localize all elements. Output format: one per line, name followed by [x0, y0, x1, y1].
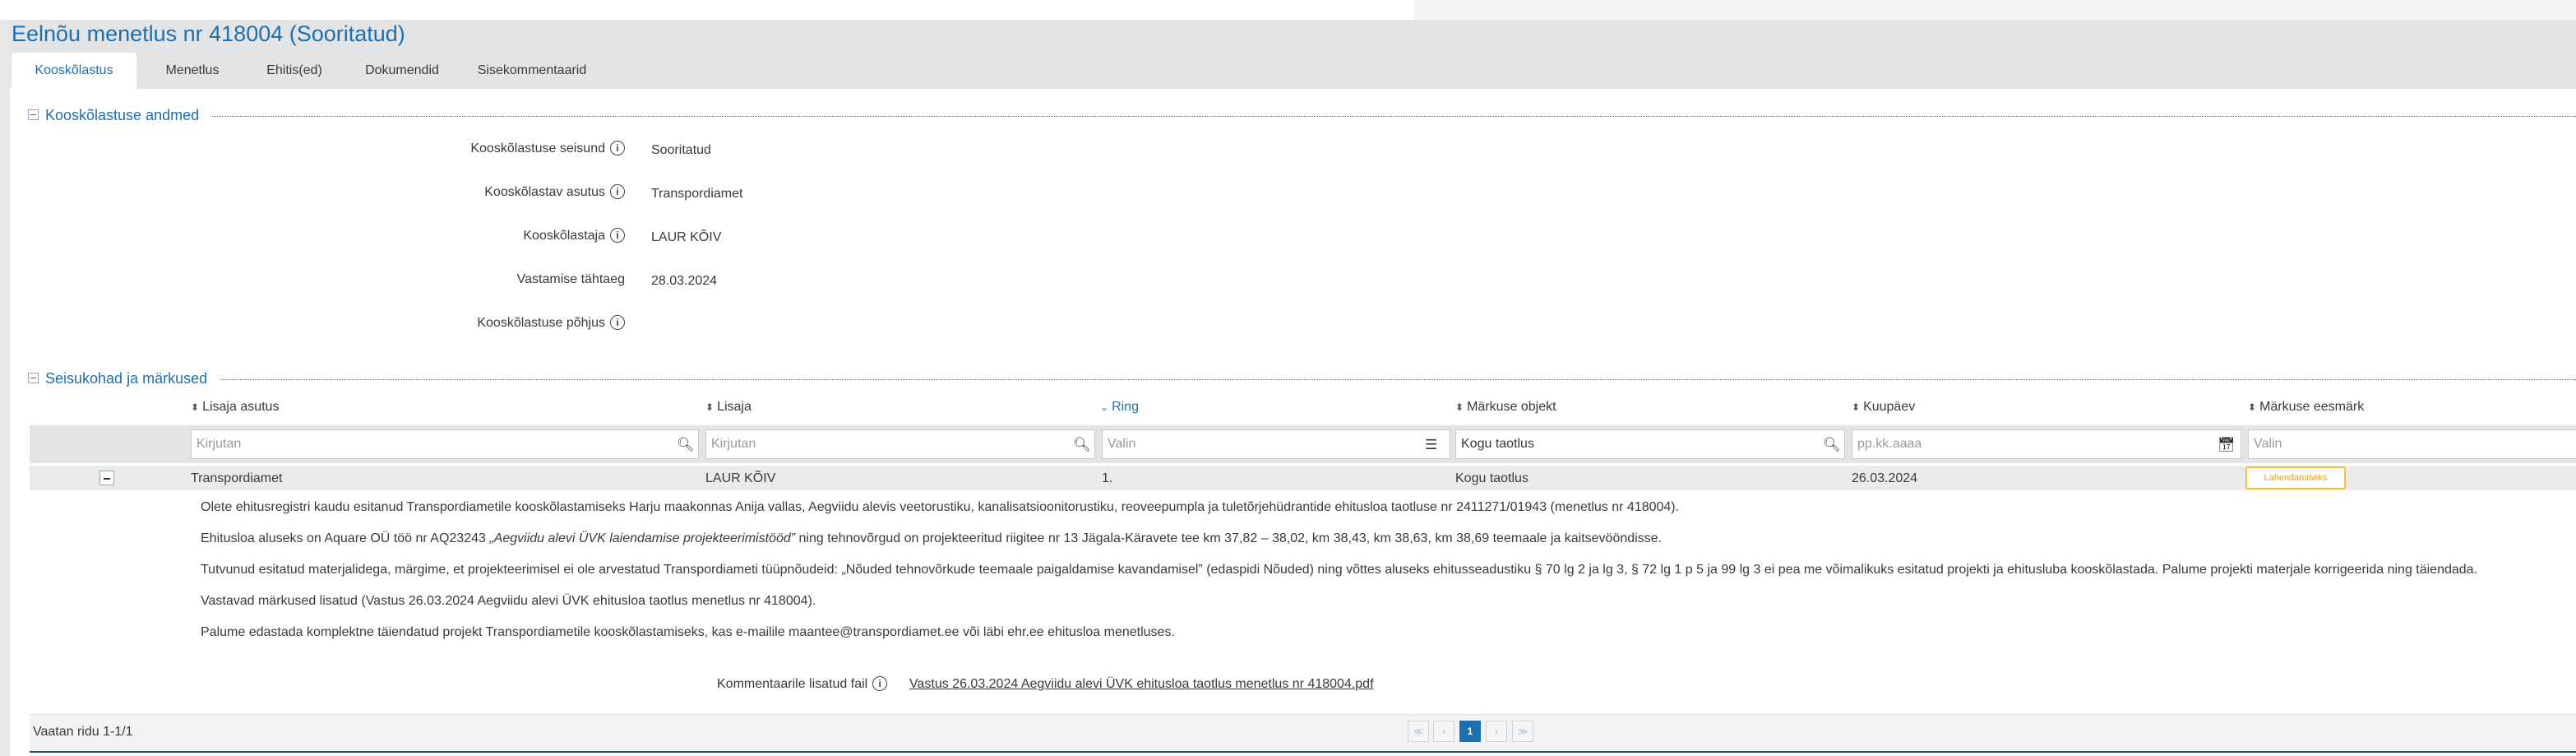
info-icon[interactable]: i [610, 315, 625, 330]
cell-lisaja-asutus: Transpordiamet [191, 471, 283, 485]
cell-ring: 1. [1102, 471, 1113, 485]
field-value-seisund: Sooritatud [651, 143, 711, 157]
page-number-button[interactable]: 1 [1459, 721, 1481, 742]
comment-paragraph: Olete ehitusregistri kaudu esitanud Tran… [201, 500, 1680, 514]
section-table-title: Seisukohad ja märkused [45, 370, 208, 387]
filter-select-markuse-eesmark[interactable]: Valin [2248, 429, 2576, 459]
field-label-asutus: Kooskõlastav asutus i [484, 184, 625, 200]
filter-input-kuupaev[interactable]: pp.kk.aaaa [1852, 429, 2241, 459]
column-header-kuupaev[interactable]: ⬍ Kuupäev [1852, 400, 1915, 415]
info-icon[interactable]: i [610, 141, 625, 155]
first-page-button[interactable]: ≪ [1408, 721, 1429, 742]
bottom-divider [30, 751, 2576, 753]
sort-icon: ⬍ [705, 401, 715, 413]
table-footer [30, 714, 2576, 751]
list-icon[interactable]: ☰ [1425, 437, 1437, 453]
field-label-kooskolastaja: Kooskõlastaja i [523, 228, 625, 243]
sort-icon: ⬍ [2248, 401, 2257, 413]
section-details-header[interactable]: Kooskõlastuse andmed [28, 107, 199, 124]
field-label-seisund: Kooskõlastuse seisund i [470, 141, 625, 156]
sort-icon: ⬍ [1455, 401, 1464, 413]
prev-page-button[interactable]: ‹ [1433, 721, 1454, 742]
search-icon[interactable]: 🔍︎ [677, 437, 695, 453]
info-icon[interactable]: i [610, 228, 625, 243]
collapse-icon[interactable] [28, 372, 39, 383]
comment-paragraph: Tutvunud esitatud materjalidega, märgime… [201, 563, 2478, 577]
field-value-kooskolastaja: LAUR KÕIV [651, 230, 722, 244]
filter-input-lisaja-asutus[interactable]: Kirjutan [191, 429, 699, 459]
search-icon[interactable]: 🔍︎ [1823, 437, 1841, 453]
tab-kooskolastus[interactable]: Kooskõlastus [12, 53, 136, 89]
filter-select-ring[interactable]: Valin [1102, 429, 1450, 459]
section-table-header[interactable]: Seisukohad ja märkused [28, 370, 207, 387]
rows-count-text: Vaatan ridu 1-1/1 [33, 725, 133, 739]
attachment-link[interactable]: Vastus 26.03.2024 Aegviidu alevi ÜVK ehi… [909, 677, 1374, 692]
filter-input-markuse-objekt[interactable]: Kogu taotlus [1455, 429, 1845, 459]
table-row[interactable] [30, 466, 2576, 490]
section-details-title: Kooskõlastuse andmed [45, 107, 200, 123]
sort-icon: ⬍ [191, 401, 200, 413]
search-icon[interactable]: 🔍︎ [1073, 437, 1091, 453]
status-badge: Lahendamiseks [2245, 466, 2346, 489]
section-divider [212, 116, 2576, 117]
sort-icon: ⬍ [1852, 401, 1861, 413]
field-value-asutus: Transpordiamet [651, 187, 743, 201]
field-label-tahtaeg: Vastamise tähtaeg [516, 272, 625, 286]
cell-lisaja: LAUR KÕIV [705, 471, 776, 485]
tab-dokumendid[interactable]: Dokumendid [350, 53, 454, 89]
last-page-button[interactable]: ≫ [1512, 721, 1533, 742]
tab-ehitised[interactable]: Ehitis(ed) [247, 53, 342, 89]
cell-markuse-objekt: Kogu taotlus [1455, 471, 1528, 485]
calendar-icon[interactable]: 📅︎ [2218, 437, 2236, 453]
field-value-tahtaeg: 28.03.2024 [651, 274, 718, 288]
tab-menetlus[interactable]: Menetlus [146, 53, 238, 89]
page-header: Eelnõu menetlus nr 418004 (Sooritatud) K… [10, 20, 2576, 89]
filter-input-lisaja[interactable]: Kirjutan [705, 429, 1095, 459]
next-page-button[interactable]: › [1486, 721, 1507, 742]
sort-desc-icon: ⌄ [1100, 401, 1109, 413]
column-header-markuse-eesmark[interactable]: ⬍ Märkuse eesmärk [2248, 400, 2364, 415]
info-icon[interactable]: i [872, 676, 888, 691]
cell-kuupaev: 26.03.2024 [1852, 471, 1918, 485]
collapse-icon[interactable] [28, 109, 39, 120]
comment-paragraph: Ehitusloa aluseks on Aquare OÜ töö nr AQ… [201, 531, 1663, 545]
column-header-lisaja-asutus[interactable]: ⬍ Lisaja asutus [191, 400, 279, 415]
top-bar [0, 0, 2576, 20]
column-header-markuse-objekt[interactable]: ⬍ Märkuse objekt [1455, 400, 1556, 415]
attachment-label: Kommentaarile lisatud fail i [717, 676, 888, 692]
page-title: Eelnõu menetlus nr 418004 (Sooritatud) [12, 21, 405, 46]
tab-sisekommentaarid[interactable]: Sisekommentaarid [462, 53, 602, 89]
comment-paragraph: Vastavad märkused lisatud (Vastus 26.03.… [201, 594, 816, 608]
column-header-lisaja[interactable]: ⬍ Lisaja [705, 400, 752, 415]
section-divider [220, 379, 2576, 380]
info-icon[interactable]: i [610, 184, 625, 199]
left-edge-bar [0, 20, 10, 756]
field-label-pohjus: Kooskõlastuse põhjus i [477, 315, 625, 331]
collapse-row-button[interactable] [99, 471, 114, 485]
column-header-ring[interactable]: ⌄ Ring [1100, 400, 1139, 415]
comment-paragraph: Palume edastada komplektne täiendatud pr… [201, 625, 1175, 639]
